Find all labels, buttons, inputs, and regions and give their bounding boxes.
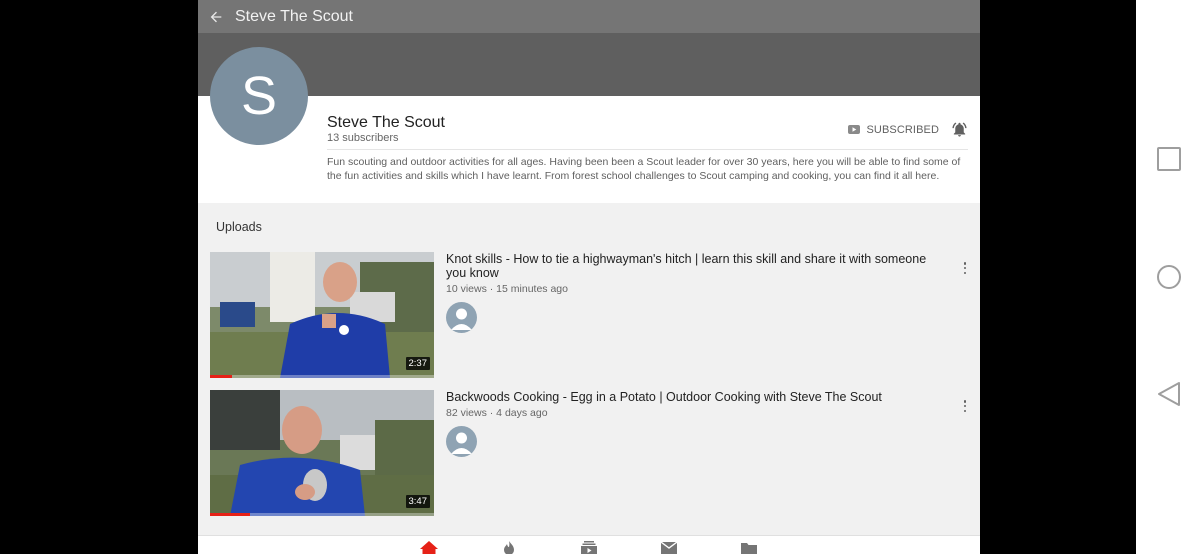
uploader-avatar[interactable] [446,302,477,333]
subscriptions-icon [581,541,597,554]
more-options-button[interactable] [960,398,970,414]
video-title[interactable]: Knot skills - How to tie a highwayman's … [446,252,946,280]
nav-subscriptions[interactable] [580,541,598,554]
header-divider [327,149,968,150]
video-item[interactable]: 3:47 Backwoods Cooking - Egg in a Potato… [210,390,970,516]
video-thumbnail[interactable]: 3:47 [210,390,434,516]
watch-progress-bar [210,513,434,516]
video-duration: 3:47 [405,495,430,508]
video-meta: 10 views · 15 minutes ago [446,283,568,295]
video-thumbnail[interactable]: 2:37 [210,252,434,378]
watch-progress-bar [210,375,434,378]
top-app-bar: Steve The Scout [198,0,980,33]
channel-name: Steve The Scout [327,114,445,131]
video-item[interactable]: 2:37 Knot skills - How to tie a highwaym… [210,252,970,378]
channel-title-bar: Steve The Scout [235,7,353,25]
home-button[interactable] [1156,264,1182,290]
recents-button[interactable] [1156,146,1182,172]
youtube-play-icon [848,125,861,134]
video-meta: 82 views · 4 days ago [446,407,548,419]
more-options-button[interactable] [960,260,970,276]
subscriber-count: 13 subscribers [327,132,399,144]
back-triangle-icon [1158,382,1180,406]
channel-avatar[interactable]: S [210,47,308,145]
nav-home[interactable] [420,541,438,554]
back-nav-button[interactable] [1156,381,1182,407]
bottom-navigation [198,535,980,554]
back-button[interactable] [198,0,234,33]
arrow-back-icon [210,11,222,22]
uploader-avatar[interactable] [446,426,477,457]
inbox-icon [661,541,677,554]
trending-icon [504,541,514,554]
nav-inbox[interactable] [660,541,678,554]
home-circle-icon [1157,265,1181,289]
home-icon [420,541,438,554]
youtube-app: Steve The Scout S Steve The Scout 13 sub… [198,0,980,554]
notification-bell-icon[interactable] [951,121,968,138]
subscribed-label: SUBSCRIBED [866,123,939,136]
library-icon [741,543,757,554]
channel-description: Fun scouting and outdoor activities for … [327,156,961,182]
nav-trending[interactable] [500,541,518,554]
recents-icon [1157,147,1181,171]
system-navigation-bar [1136,0,1200,554]
subscribed-button[interactable]: SUBSCRIBED [848,121,968,138]
video-title[interactable]: Backwoods Cooking - Egg in a Potato | Ou… [446,390,946,404]
channel-banner [198,33,980,96]
channel-header: Steve The Scout 13 subscribers SUBSCRIBE… [198,96,980,203]
nav-library[interactable] [740,541,758,554]
person-icon [451,432,472,454]
uploads-section-title: Uploads [216,220,262,234]
video-duration: 2:37 [405,357,430,370]
person-icon [451,308,472,330]
